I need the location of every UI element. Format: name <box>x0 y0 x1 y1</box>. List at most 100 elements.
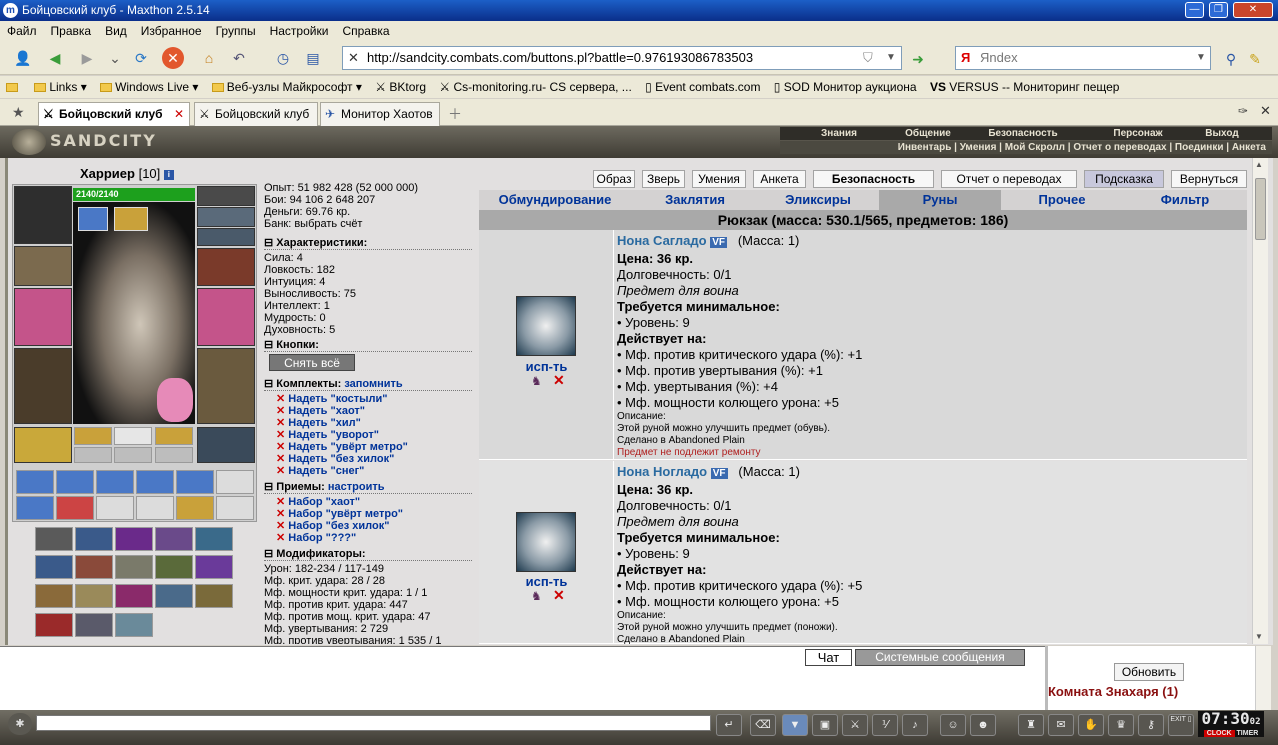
trick-icon[interactable] <box>195 527 233 551</box>
menu-edit[interactable]: Правка <box>44 21 99 41</box>
rune-slot[interactable] <box>216 496 254 520</box>
pet-wear-icon[interactable]: ♞ <box>531 589 542 603</box>
history-dropdown-icon[interactable]: ⌄ <box>104 47 126 69</box>
menu-view[interactable]: Вид <box>98 21 134 41</box>
shield-icon[interactable]: ⛉ <box>863 47 873 69</box>
trick-icon[interactable] <box>35 555 73 579</box>
smile-menu-icon[interactable]: ✱ <box>8 713 32 735</box>
earring-slot[interactable] <box>197 186 255 206</box>
return-button[interactable]: Вернуться <box>1171 170 1247 188</box>
armor-slot[interactable] <box>14 348 72 424</box>
tab-filter[interactable]: Фильтр <box>1123 190 1247 210</box>
set-item[interactable]: ✕ Надеть "без хилок" <box>276 453 394 465</box>
scroll-slot[interactable] <box>74 447 112 463</box>
menu-file[interactable]: Файл <box>0 21 44 41</box>
pet-wear-icon[interactable]: ♞ <box>531 374 542 388</box>
filter-icon[interactable]: ▼ <box>782 714 808 736</box>
bookmark-cs-monitoring[interactable]: ⚔ Cs-monitoring.ru- CS сервера, ... <box>439 76 631 98</box>
scroll-thumb[interactable] <box>1255 178 1266 240</box>
page-scrollbar[interactable]: ▲ ▼ <box>1252 158 1268 644</box>
stop-icon[interactable]: ✕ <box>162 47 184 69</box>
trick-icon[interactable] <box>35 584 73 608</box>
section-modifiers[interactable]: ⊟ Модификаторы: <box>264 548 472 561</box>
rune-slot[interactable] <box>96 470 134 494</box>
belt-slot[interactable] <box>14 427 72 463</box>
fraction-icon[interactable]: ⅟ <box>872 714 898 736</box>
hint-button[interactable]: Подсказка <box>1084 170 1164 188</box>
trick-set-item[interactable]: ✕ Набор "???" <box>276 532 356 544</box>
set-item[interactable]: ✕ Надеть "костыли" <box>276 393 388 405</box>
smiley-icon[interactable]: ☺ <box>940 714 966 736</box>
remove-all-button[interactable]: Снять всё <box>269 354 355 371</box>
rune-slot[interactable] <box>136 470 174 494</box>
chat-scrollbar[interactable] <box>1255 646 1271 710</box>
clear-icon[interactable]: ⌫ <box>750 714 776 736</box>
effect-snowflake-icon[interactable] <box>78 207 108 231</box>
scroll-slot[interactable] <box>114 447 152 463</box>
person-icon[interactable]: ☻ <box>970 714 996 736</box>
clock-icon[interactable]: ◷ <box>272 47 294 69</box>
set-item[interactable]: ✕ Надеть "снег" <box>276 465 364 477</box>
tab-spells[interactable]: Заклятия <box>633 190 757 210</box>
bookmark-versus[interactable]: VS VERSUS -- Мониторинг пещер <box>930 76 1120 98</box>
chat-tab[interactable]: Чат <box>805 649 852 666</box>
timer-label[interactable]: TIMER <box>1237 730 1259 737</box>
trick-icon[interactable] <box>35 527 73 551</box>
menu-settings[interactable]: Настройки <box>263 21 336 41</box>
use-link[interactable]: исп-ть <box>479 359 614 374</box>
trick-icon[interactable] <box>115 527 153 551</box>
home-icon[interactable]: ⌂ <box>198 47 220 69</box>
profile-button[interactable]: Анкета <box>753 170 806 188</box>
beast-button[interactable]: Зверь <box>642 170 685 188</box>
fight-icon[interactable]: ⚔ <box>842 714 868 736</box>
rune-slot[interactable] <box>16 470 54 494</box>
trick-set-item[interactable]: ✕ Набор "увёрт метро" <box>276 508 403 520</box>
set-item[interactable]: ✕ Надеть "увёрт метро" <box>276 441 408 453</box>
sound-icon[interactable]: ♪ <box>902 714 928 736</box>
forward-icon[interactable]: ▶ <box>76 47 98 69</box>
scroll-slot[interactable] <box>155 427 193 445</box>
scroll-slot[interactable] <box>155 447 193 463</box>
trick-icon[interactable] <box>115 613 153 637</box>
tab-runes[interactable]: Руны <box>879 190 1001 210</box>
tab-equipment[interactable]: Обмундирование <box>479 190 631 210</box>
scroll-slot[interactable] <box>114 427 152 445</box>
section-tricks[interactable]: ⊟ Приемы: настроить <box>264 481 472 494</box>
transfers-report-button[interactable]: Отчет о переводах <box>941 170 1077 188</box>
use-link[interactable]: исп-ть <box>479 574 614 589</box>
search-dropdown-icon[interactable]: ▼ <box>1196 47 1206 69</box>
rings-slot[interactable] <box>197 228 255 246</box>
trick-icon[interactable] <box>75 613 113 637</box>
bookmark-bktorg[interactable]: ⚔ BKtorg <box>375 76 426 98</box>
set-item[interactable]: ✕ Надеть "хил" <box>276 417 361 429</box>
highlight-icon[interactable]: ✎ <box>1244 48 1266 70</box>
trick-icon[interactable] <box>75 527 113 551</box>
user-icon[interactable]: 👤 <box>12 47 34 69</box>
rune-slot[interactable] <box>56 470 94 494</box>
rune-slot[interactable] <box>56 496 94 520</box>
clock-label[interactable]: CLOCK <box>1203 730 1235 737</box>
search-input[interactable]: Я Яndex ▼ <box>955 46 1211 70</box>
menu-knowledge[interactable]: Знания <box>780 127 898 140</box>
refresh-button[interactable]: Обновить <box>1114 663 1184 681</box>
menu-favorites[interactable]: Избранное <box>134 21 209 41</box>
bank-text[interactable]: Банк: выбрать счёт <box>264 218 362 230</box>
save-icon[interactable]: ▣ <box>812 714 838 736</box>
bookmark-sod[interactable]: ▯ SOD Монитор аукциона <box>774 76 917 98</box>
item-name[interactable]: Нона Сагладо <box>617 233 707 248</box>
screen-icon[interactable]: ▤ <box>302 47 324 69</box>
bookmark-event[interactable]: ▯ Event combats.com <box>645 76 760 98</box>
trick-icon[interactable] <box>35 613 73 637</box>
trick-icon[interactable] <box>195 584 233 608</box>
team-icon[interactable]: ♛ <box>1108 714 1134 736</box>
image-button[interactable]: Образ <box>593 170 635 188</box>
trick-icon[interactable] <box>195 555 233 579</box>
item-name[interactable]: Нона Ногладо <box>617 464 707 479</box>
close-tab-icon[interactable]: ✕ <box>1260 103 1271 119</box>
rune-image-icon[interactable] <box>516 512 576 572</box>
effect-scroll-icon[interactable] <box>114 207 148 231</box>
trick-icon[interactable] <box>155 584 193 608</box>
rune-slot[interactable] <box>96 496 134 520</box>
delete-icon[interactable]: ✕ <box>553 372 565 389</box>
security-button[interactable]: Безопасность <box>813 170 934 188</box>
